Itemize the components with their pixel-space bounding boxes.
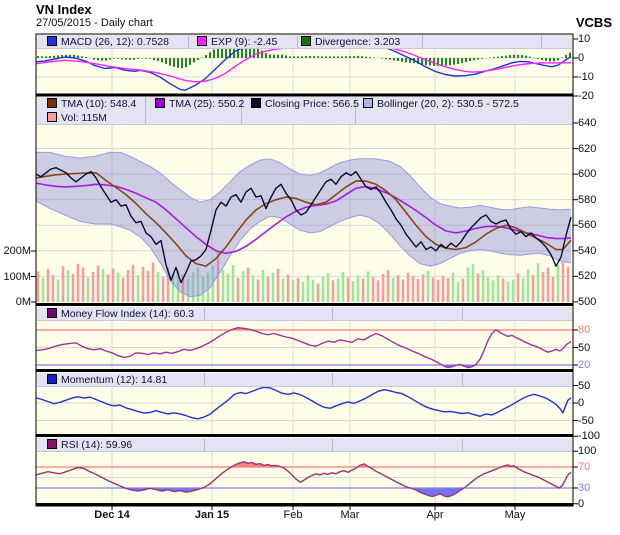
y-axis-label: -50 bbox=[578, 415, 594, 427]
vn-index-chart-window: VN Index 27/05/2015 - Daily chart VCBS 1… bbox=[0, 0, 620, 535]
x-axis-label: Mar bbox=[320, 509, 380, 521]
legend-swatch-icon bbox=[47, 36, 57, 46]
legend-swatch-icon bbox=[47, 112, 57, 122]
y-axis-label: 100 bbox=[578, 445, 596, 457]
legend-separator bbox=[188, 35, 189, 49]
y-axis-label: 50 bbox=[578, 342, 590, 354]
legend-label: RSI (14): 59.96 bbox=[61, 439, 132, 451]
legend-label: EXP (9): -2.45 bbox=[211, 36, 277, 48]
legend-swatch-icon bbox=[301, 36, 311, 46]
y-axis-label: -100 bbox=[578, 430, 600, 442]
x-axis-label: May bbox=[485, 509, 545, 521]
legend-swatch-icon bbox=[47, 98, 57, 108]
volume-axis-label: 200M bbox=[0, 245, 31, 257]
y-axis-label: 640 bbox=[578, 117, 596, 129]
y-axis-label: 600 bbox=[578, 168, 596, 180]
y-axis-label: 580 bbox=[578, 194, 596, 206]
legend-separator bbox=[332, 438, 333, 452]
legend-item: Bollinger (20, 2): 530.5 - 572.5 bbox=[363, 97, 519, 111]
legend-separator bbox=[204, 307, 205, 321]
x-axis-label: Dec 14 bbox=[82, 509, 142, 521]
volume-axis-label: 100M bbox=[0, 271, 31, 283]
chart-canvas bbox=[0, 0, 620, 535]
legend-label: Closing Price: 566.5 bbox=[265, 98, 359, 110]
legend-separator bbox=[332, 373, 333, 387]
y-axis-label: 620 bbox=[578, 143, 596, 155]
legend-bar-mom: Momentum (12): 14.81 bbox=[37, 373, 572, 387]
y-axis-label: 30 bbox=[578, 482, 590, 494]
legend-swatch-icon bbox=[155, 98, 165, 108]
legend-separator bbox=[204, 438, 205, 452]
legend-separator bbox=[462, 373, 463, 387]
y-axis-label: -10 bbox=[578, 71, 594, 83]
legend-separator bbox=[462, 438, 463, 452]
y-axis-label: 520 bbox=[578, 270, 596, 282]
legend-label: Momentum (12): 14.81 bbox=[61, 374, 167, 386]
legend-bar-mfi: Money Flow Index (14): 60.3 bbox=[37, 307, 572, 321]
legend-separator bbox=[204, 373, 205, 387]
legend-swatch-icon bbox=[47, 308, 57, 318]
legend-item: TMA (10): 548.4 bbox=[47, 97, 136, 111]
x-axis-label: Feb bbox=[263, 509, 323, 521]
legend-swatch-icon bbox=[251, 98, 261, 108]
legend-label: Bollinger (20, 2): 530.5 - 572.5 bbox=[377, 98, 519, 110]
legend-separator bbox=[541, 35, 542, 49]
legend-separator bbox=[462, 307, 463, 321]
legend-separator bbox=[422, 35, 423, 49]
legend-bar-macd: MACD (26, 12): 0.7528 EXP (9): -2.45 Diver… bbox=[37, 35, 572, 49]
y-axis-label: -20 bbox=[578, 90, 594, 102]
y-axis-label: 0 bbox=[578, 397, 584, 409]
legend-label: Vol: 115M bbox=[61, 112, 107, 124]
legend-item: Vol: 115M bbox=[47, 111, 107, 125]
legend-item: Divergence: 3.203 bbox=[301, 35, 400, 49]
y-axis-label: 560 bbox=[578, 219, 596, 231]
legend-separator bbox=[145, 97, 146, 125]
x-axis-label: Jan 15 bbox=[182, 509, 242, 521]
legend-label: TMA (25): 550.2 bbox=[169, 98, 244, 110]
legend-item: MACD (26, 12): 0.7528 bbox=[47, 35, 169, 49]
legend-label: MACD (26, 12): 0.7528 bbox=[61, 36, 169, 48]
y-axis-label: 20 bbox=[578, 359, 590, 371]
legend-swatch-icon bbox=[47, 439, 57, 449]
legend-item: RSI (14): 59.96 bbox=[47, 438, 132, 452]
legend-separator bbox=[332, 307, 333, 321]
y-axis-label: 10 bbox=[578, 33, 590, 45]
legend-label: Money Flow Index (14): 60.3 bbox=[61, 308, 194, 320]
legend-item: TMA (25): 550.2 bbox=[155, 97, 244, 111]
y-axis-label: 70 bbox=[578, 461, 590, 473]
legend-item: EXP (9): -2.45 bbox=[197, 35, 277, 49]
legend-item: Closing Price: 566.5 bbox=[251, 97, 359, 111]
legend-label: Divergence: 3.203 bbox=[315, 36, 400, 48]
legend-swatch-icon bbox=[197, 36, 207, 46]
y-axis-label: 80 bbox=[578, 324, 590, 336]
y-axis-label: 50 bbox=[578, 380, 590, 392]
y-axis-label: 0 bbox=[578, 498, 584, 510]
legend-item: Momentum (12): 14.81 bbox=[47, 373, 167, 387]
legend-swatch-icon bbox=[47, 374, 57, 384]
y-axis-label: 0 bbox=[578, 52, 584, 64]
legend-label: TMA (10): 548.4 bbox=[61, 98, 136, 110]
legend-bar-main: TMA (10): 548.4 TMA (25): 550.2 Closing Pr… bbox=[37, 97, 572, 125]
legend-item: Money Flow Index (14): 60.3 bbox=[47, 307, 194, 321]
legend-swatch-icon bbox=[363, 98, 373, 108]
legend-bar-rsi: RSI (14): 59.96 bbox=[37, 438, 572, 452]
x-axis-label: Apr bbox=[405, 509, 465, 521]
legend-separator bbox=[297, 35, 298, 49]
y-axis-label: 540 bbox=[578, 245, 596, 257]
y-axis-label: 500 bbox=[578, 296, 596, 308]
volume-axis-label: 0M bbox=[0, 296, 31, 308]
